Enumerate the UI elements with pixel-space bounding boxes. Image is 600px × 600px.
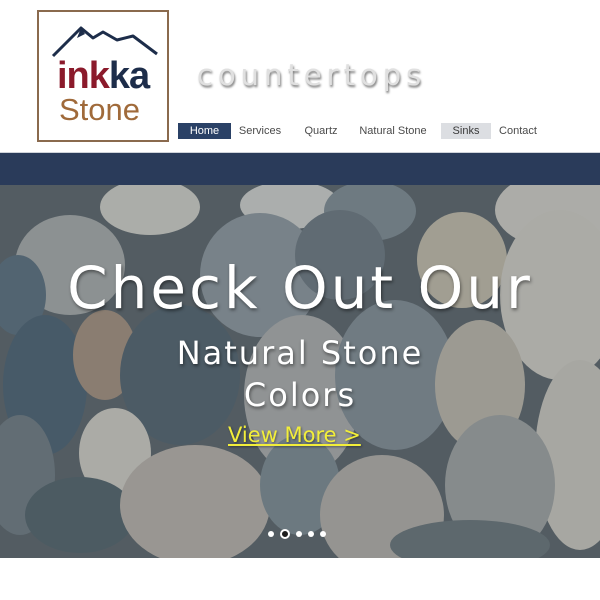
slide-dot-5[interactable]	[320, 531, 326, 537]
hero-title: Check Out Our	[67, 254, 533, 322]
nav-home[interactable]: Home	[178, 123, 231, 139]
logo-wordmark: inkka	[57, 55, 150, 97]
logo-wordmark-ka: ka	[108, 55, 150, 97]
site-header: inkka Stone countertops Home Services Qu…	[0, 0, 600, 152]
nav-contact[interactable]: Contact	[498, 123, 538, 139]
tagline: countertops	[197, 58, 427, 92]
page-body-below-hero	[0, 558, 600, 600]
nav-natural-stone[interactable]: Natural Stone	[359, 123, 427, 139]
logo-stone-text: Stone	[59, 92, 141, 127]
view-more-link[interactable]: View More >	[228, 421, 361, 449]
slide-dot-2-current[interactable]	[280, 529, 290, 539]
logo-wordmark-ink: ink	[57, 55, 110, 97]
main-nav: Home Services Quartz Natural Stone Sinks…	[0, 123, 600, 139]
slide-dot-4[interactable]	[308, 531, 314, 537]
hero-subtitle-line2: Colors	[243, 376, 357, 414]
slide-dot-1[interactable]	[268, 531, 274, 537]
slide-dot-3[interactable]	[296, 531, 302, 537]
nav-quartz[interactable]: Quartz	[301, 123, 341, 139]
hero-subtitle-line1: Natural Stone	[176, 334, 424, 372]
nav-services[interactable]: Services	[236, 123, 284, 139]
header-band	[0, 152, 600, 185]
hero-slideshow[interactable]: Check Out Our Natural Stone Colors View …	[0, 185, 600, 558]
nav-sinks[interactable]: Sinks	[441, 123, 491, 139]
